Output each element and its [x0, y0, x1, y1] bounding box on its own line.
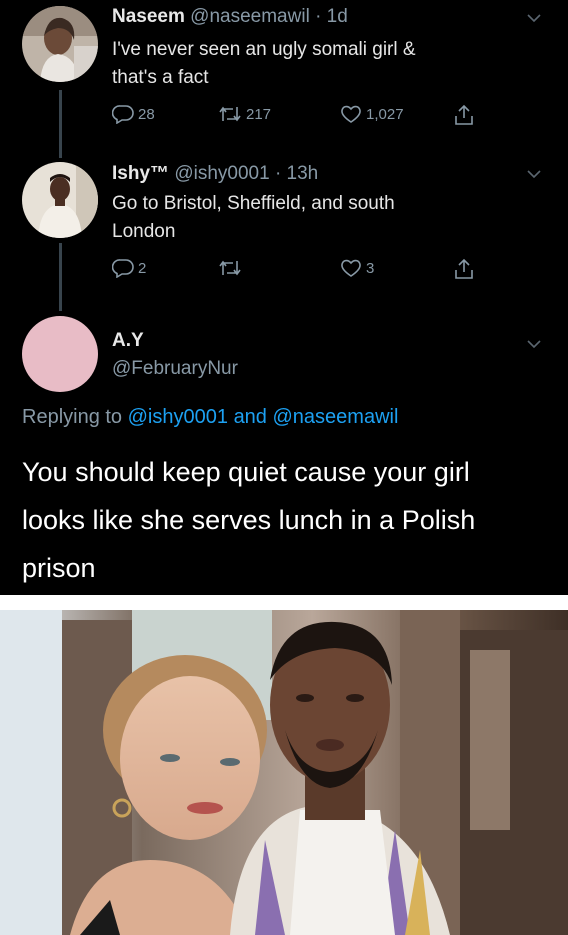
like-button[interactable]: 1,027 [340, 104, 404, 124]
reply-button[interactable]: 2 [112, 258, 146, 278]
tweet-text-line: that's a fact [112, 67, 209, 88]
couple-photo [0, 610, 568, 935]
share-icon [455, 104, 473, 125]
timestamp[interactable]: · 13h [275, 163, 318, 184]
like-icon [341, 259, 361, 277]
avatar-naseem[interactable] [22, 6, 98, 82]
chevron-down-icon[interactable] [527, 14, 541, 23]
reply-icon [112, 105, 134, 124]
display-name[interactable]: Naseem [112, 6, 185, 27]
tweet-text: I've never seen an ugly somali girl & th… [112, 36, 416, 92]
like-count: 1,027 [366, 105, 404, 123]
display-name[interactable]: Ishy™ [112, 163, 169, 184]
like-count: 3 [366, 259, 375, 277]
tweet-actions: 28 217 1,027 [112, 104, 474, 130]
avatar-ay[interactable] [22, 316, 98, 392]
thread-connector-line [59, 90, 62, 158]
retweet-icon [219, 260, 241, 276]
timestamp[interactable]: · 1d [315, 6, 348, 27]
share-button[interactable] [454, 104, 474, 126]
tweet-thread-screenshot: Naseem @naseemawil · 1d I've never seen … [0, 0, 568, 595]
retweet-icon [219, 106, 241, 122]
thread-connector-line [59, 243, 62, 311]
reply-text-line: looks like she serves lunch in a Polish [22, 505, 476, 535]
reply-icon [112, 259, 134, 278]
tweet-header: Ishy™ @ishy0001 · 13h [112, 163, 318, 185]
like-button[interactable]: 3 [340, 258, 374, 278]
replying-to-line: Replying to @ishy0001 and @naseemawil [22, 406, 398, 429]
tweet-text-line: Go to Bristol, Sheffield, and south [112, 193, 395, 214]
tweet-text-line: I've never seen an ugly somali girl & [112, 39, 416, 60]
retweet-button[interactable] [218, 258, 246, 278]
replying-and: and [233, 406, 267, 428]
reply-count: 28 [138, 105, 155, 123]
chevron-down-icon[interactable] [527, 170, 541, 179]
reply-text: You should keep quiet cause your girl lo… [22, 448, 542, 592]
mention-link[interactable]: @ishy0001 [128, 406, 228, 428]
like-icon [341, 105, 361, 123]
tweet-text-line: London [112, 221, 176, 242]
retweet-count: 217 [246, 105, 272, 123]
tweet-text: Go to Bristol, Sheffield, and south Lond… [112, 190, 395, 246]
retweet-button[interactable]: 217 [218, 104, 271, 124]
reply-button[interactable]: 28 [112, 104, 155, 124]
mention-link[interactable]: @naseemawil [273, 406, 399, 428]
user-handle[interactable]: @FebruaryNur [112, 358, 238, 380]
share-icon [455, 258, 473, 279]
chevron-down-icon[interactable] [527, 340, 541, 349]
reply-count: 2 [138, 259, 147, 277]
tweet-header: Naseem @naseemawil · 1d [112, 6, 348, 28]
share-button[interactable] [454, 258, 474, 280]
avatar-ishy[interactable] [22, 162, 98, 238]
reply-text-line: prison [22, 553, 96, 583]
replying-to-label: Replying to [22, 406, 123, 428]
display-name[interactable]: A.Y [112, 330, 144, 352]
tweet-actions: 2 3 [112, 258, 474, 284]
user-handle[interactable]: @ishy0001 [174, 163, 269, 184]
reply-text-line: You should keep quiet cause your girl [22, 457, 470, 487]
user-handle[interactable]: @naseemawil [190, 6, 310, 27]
